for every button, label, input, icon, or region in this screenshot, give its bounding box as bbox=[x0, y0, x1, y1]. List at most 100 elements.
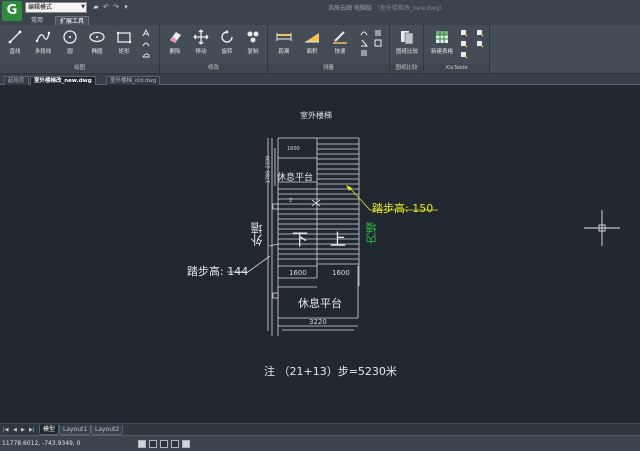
tab-model[interactable]: 模型 bbox=[39, 425, 60, 435]
text-icon[interactable] bbox=[142, 29, 150, 37]
ribbon: 直线 多段线 圆 椭圆 矩形 绘图 删除 移动 旋转 复制 修改 距离 面积 快… bbox=[0, 25, 640, 74]
prev-tab-icon[interactable]: ◀ bbox=[13, 427, 17, 433]
tab-start-page[interactable]: 起始页 bbox=[4, 76, 29, 85]
table-update-icon[interactable] bbox=[476, 40, 484, 48]
polar-toggle-icon[interactable] bbox=[171, 440, 179, 448]
outer-wall-label: 外墙 bbox=[250, 222, 264, 246]
last-tab-icon[interactable]: ▶| bbox=[29, 427, 35, 433]
group-draw-label: 绘图 bbox=[0, 64, 159, 72]
window-title: 浩辰云图 电脑版 （室外楼梯改_new.dwg） bbox=[328, 3, 445, 12]
line-tool-label: 直线 bbox=[9, 49, 21, 55]
quick-measure-icon bbox=[333, 31, 347, 44]
distance-icon bbox=[276, 33, 292, 41]
rotate-tool-button[interactable]: 旋转 bbox=[216, 29, 238, 55]
group-modify-label: 修改 bbox=[160, 64, 267, 72]
table-import-icon[interactable] bbox=[460, 40, 468, 48]
distance-tool-button[interactable]: 距离 bbox=[272, 29, 296, 55]
ortho-toggle-icon[interactable] bbox=[160, 440, 168, 448]
table-icon bbox=[436, 31, 448, 43]
grid-toggle-icon[interactable] bbox=[149, 440, 157, 448]
rectangle-tool-label: 矩形 bbox=[118, 49, 130, 55]
quick-measure-label: 快速 bbox=[334, 49, 346, 55]
rotate-icon bbox=[221, 30, 233, 43]
move-icon bbox=[193, 29, 209, 45]
table-export-icon[interactable] bbox=[460, 51, 468, 59]
polyline-tool-button[interactable]: 多段线 bbox=[30, 29, 56, 55]
cursor-coordinates: 11778.6012, -743.9349, 0 bbox=[2, 440, 81, 447]
dim-side-label-1: 2100 bbox=[265, 155, 272, 169]
measure-angle-icon[interactable] bbox=[360, 39, 368, 47]
mode-dropdown[interactable]: 编辑模式 ▼ bbox=[25, 2, 87, 13]
move-tool-label: 移动 bbox=[195, 49, 207, 55]
quick-measure-button[interactable]: 快速 bbox=[328, 29, 352, 55]
new-table-label: 新建表格 bbox=[430, 49, 453, 55]
group-modify: 删除 移动 旋转 复制 修改 bbox=[160, 25, 268, 73]
line-icon bbox=[8, 30, 22, 44]
group-xlstable-label: XlsTable bbox=[424, 64, 489, 72]
tab-extended-tools[interactable]: 扩展工具 bbox=[55, 16, 90, 25]
open-folder-icon[interactable]: ▰ bbox=[92, 3, 100, 11]
tab-layout2[interactable]: Layout2 bbox=[91, 425, 124, 435]
step-height-right-label: 踏步高: 150 bbox=[372, 202, 434, 215]
measure-arc-icon[interactable] bbox=[360, 29, 368, 37]
dim-bottom-left-label: 1600 bbox=[289, 269, 307, 277]
distance-tool-label: 距离 bbox=[278, 49, 290, 55]
eraser-icon bbox=[170, 32, 181, 43]
group-compare-label: 图纸比较 bbox=[390, 64, 423, 72]
dim-side-label-2: 1780 bbox=[265, 170, 272, 184]
drawing-note: 注 （21+13）步=5230米 bbox=[264, 365, 397, 378]
app-logo[interactable]: G bbox=[2, 1, 22, 21]
up-arrow-label: 上 bbox=[330, 230, 347, 249]
tab-layout1[interactable]: Layout1 bbox=[59, 425, 92, 435]
undo-icon[interactable]: ↶ bbox=[102, 3, 110, 11]
first-tab-icon[interactable]: |◀ bbox=[3, 427, 9, 433]
measure-list-icon[interactable] bbox=[360, 49, 368, 57]
down-arrow-label: 下 bbox=[292, 230, 309, 249]
dim-total-label: 3220 bbox=[309, 318, 327, 326]
ellipse-tool-button[interactable]: 椭圆 bbox=[86, 29, 108, 55]
crosshair-cursor bbox=[584, 210, 620, 246]
tab-common[interactable]: 常用 bbox=[27, 16, 47, 25]
customize-icon[interactable]: ▾ bbox=[122, 3, 130, 11]
polyline-tool-label: 多段线 bbox=[34, 49, 52, 55]
group-measure-label: 测量 bbox=[268, 64, 389, 72]
snap-toggle-icon[interactable] bbox=[138, 440, 146, 448]
document-name: （室外楼梯改_new.dwg） bbox=[373, 5, 446, 12]
hatch-icon[interactable] bbox=[142, 51, 150, 59]
ellipse-tool-label: 椭圆 bbox=[91, 49, 103, 55]
area-icon bbox=[305, 33, 319, 43]
ellipse-icon bbox=[89, 31, 105, 43]
table-edit-icon[interactable] bbox=[460, 29, 468, 37]
table-link-icon[interactable] bbox=[476, 29, 484, 37]
arc-icon[interactable] bbox=[142, 40, 150, 48]
osnap-toggle-icon[interactable] bbox=[182, 440, 190, 448]
rectangle-icon bbox=[116, 31, 132, 44]
ribbon-tab-bar: 常用 扩展工具 bbox=[0, 16, 640, 25]
move-tool-button[interactable]: 移动 bbox=[190, 29, 212, 55]
measure-coord-icon[interactable] bbox=[374, 39, 382, 47]
arrowhead-right bbox=[346, 185, 352, 191]
status-bar: 11778.6012, -743.9349, 0 bbox=[0, 435, 640, 451]
measure-point-icon[interactable] bbox=[374, 29, 382, 37]
compare-drawings-button[interactable]: 图纸比较 bbox=[393, 29, 421, 55]
copy-tool-button[interactable]: 复制 bbox=[242, 29, 264, 55]
copy-tool-label: 复制 bbox=[247, 49, 259, 55]
dim-bottom-right-label: 1600 bbox=[332, 269, 350, 277]
tab-new-dwg[interactable]: 室外楼梯改_new.dwg bbox=[30, 76, 96, 85]
redo-icon[interactable]: ↷ bbox=[112, 3, 120, 11]
delete-tool-label: 删除 bbox=[169, 49, 181, 55]
circle-tool-button[interactable]: 圆 bbox=[60, 29, 80, 55]
delete-tool-button[interactable]: 删除 bbox=[164, 29, 186, 55]
inner-wall-label: 内墙 bbox=[365, 222, 378, 244]
rotate-tool-label: 旋转 bbox=[221, 49, 233, 55]
step-height-left-label: 踏步高: 144 bbox=[187, 265, 249, 278]
line-tool-button[interactable]: 直线 bbox=[4, 29, 26, 55]
area-tool-button[interactable]: 面积 bbox=[300, 29, 324, 55]
rectangle-tool-button[interactable]: 矩形 bbox=[113, 29, 135, 55]
tab-old-dwg[interactable]: 室外楼梯_old.dwg bbox=[106, 76, 161, 85]
drawing-title: 室外楼梯 bbox=[300, 111, 332, 120]
dim-mark-label: 2 bbox=[289, 198, 293, 204]
drawing-canvas[interactable]: 室外楼梯 1600 2100 1780 2 休息平台 踏步高: 150 外墙 内… bbox=[0, 86, 640, 422]
new-table-button[interactable]: 新建表格 bbox=[427, 29, 457, 55]
next-tab-icon[interactable]: ▶ bbox=[21, 427, 25, 433]
